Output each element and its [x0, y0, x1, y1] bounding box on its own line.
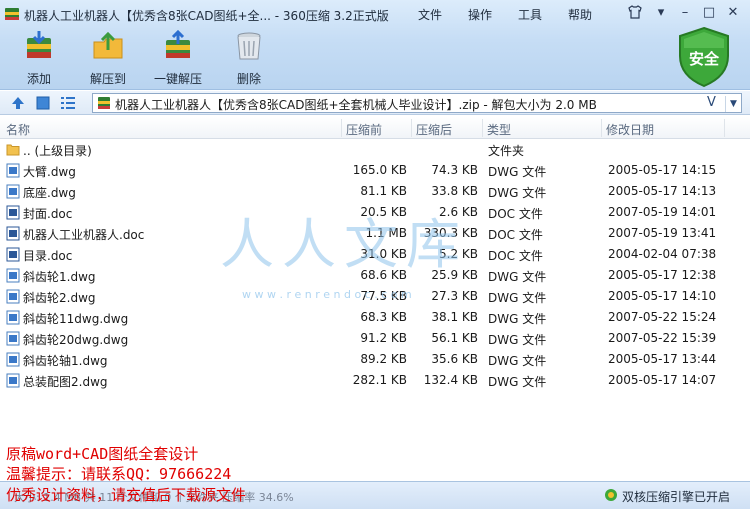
dwg-file-icon [6, 289, 20, 304]
column-divider[interactable] [482, 119, 483, 137]
menu-help[interactable]: 帮助 [568, 6, 592, 23]
security-label: 安全 [688, 50, 719, 68]
list-item[interactable]: 目录.doc 31.0 KB 5.2 KB DOC 文件 2004-02-04 … [0, 244, 750, 265]
archive-path-field[interactable]: 机器人工业机器人【优秀含8张CAD图纸+全套机械人毕业设计】.zip - 解包大… [92, 93, 742, 113]
close-icon[interactable]: ✕ [724, 4, 742, 22]
trash-icon [237, 32, 261, 60]
extract-to-button[interactable]: 解压到 [76, 30, 140, 86]
list-item[interactable]: 斜齿轮轴1.dwg 89.2 KB 35.6 KB DWG 文件 2005-05… [0, 349, 750, 370]
one-click-extract-label: 一键解压 [153, 72, 202, 86]
list-item[interactable]: 机器人工业机器人.doc 1.1 MB 330.3 KB DOC 文件 2007… [0, 223, 750, 244]
menu-file[interactable]: 文件 [418, 6, 442, 23]
one-click-extract-button[interactable]: 一键解压 [146, 30, 210, 86]
column-name[interactable]: 名称 [6, 121, 30, 138]
title-bar: 机器人工业机器人【优秀含8张CAD图纸+全... - 360压缩 3.2正式版 … [0, 0, 750, 28]
window-title: 机器人工业机器人【优秀含8张CAD图纸+全... - 360压缩 3.2正式版 [24, 9, 389, 23]
column-divider[interactable] [724, 119, 725, 137]
archive-path-text: 机器人工业机器人【优秀含8张CAD图纸+全套机械人毕业设计】.zip - 解包大… [115, 98, 597, 112]
dropdown-menu-icon[interactable]: ▾ [652, 4, 670, 22]
column-size[interactable]: 压缩前 [346, 121, 382, 138]
list-item[interactable]: 斜齿轮11dwg.dwg 68.3 KB 38.1 KB DWG 文件 2007… [0, 307, 750, 328]
engine-status: 双核压缩引擎已开启 [622, 490, 731, 504]
list-item[interactable]: 总装配图2.dwg 282.1 KB 132.4 KB DWG 文件 2005-… [0, 370, 750, 391]
up-arrow-icon[interactable] [10, 95, 26, 111]
extract-to-label: 解压到 [89, 72, 126, 86]
path-v-marker[interactable]: V [707, 95, 716, 110]
list-item[interactable]: 斜齿轮2.dwg 77.5 KB 27.3 KB DWG 文件 2005-05-… [0, 286, 750, 307]
one-click-extract-icon [166, 30, 190, 58]
list-view-icon[interactable] [60, 95, 76, 111]
doc-file-icon [6, 205, 20, 220]
menu-operation[interactable]: 操作 [468, 6, 492, 23]
dwg-file-icon [6, 184, 20, 199]
dwg-file-icon [6, 352, 20, 367]
promo-line-3: 优秀设计资料，请充值后下载源文件 [6, 486, 247, 504]
list-item[interactable]: 斜齿轮1.dwg 68.6 KB 25.9 KB DWG 文件 2005-05-… [0, 265, 750, 286]
list-item[interactable]: 斜齿轮20dwg.dwg 91.2 KB 56.1 KB DWG 文件 2007… [0, 328, 750, 349]
doc-file-icon [6, 226, 20, 241]
delete-button[interactable]: 删除 [217, 30, 281, 86]
zip-archive-icon [98, 97, 110, 109]
column-divider[interactable] [411, 119, 412, 137]
column-compressed[interactable]: 压缩后 [416, 121, 452, 138]
title-and-toolbar-area: 机器人工业机器人【优秀含8张CAD图纸+全... - 360压缩 3.2正式版 … [0, 0, 750, 90]
list-item[interactable]: .. (上级目录) 文件夹 [0, 139, 750, 160]
large-icon-view-icon[interactable] [35, 95, 51, 111]
add-archive-icon [27, 31, 51, 58]
list-item[interactable]: 大臂.dwg 165.0 KB 74.3 KB DWG 文件 2005-05-1… [0, 160, 750, 181]
column-modified[interactable]: 修改日期 [606, 121, 654, 138]
dwg-file-icon [6, 268, 20, 283]
list-item[interactable]: 封面.doc 20.5 KB 2.6 KB DOC 文件 2007-05-19 … [0, 202, 750, 223]
file-list: .. (上级目录) 文件夹 大臂.dwg 165.0 KB 74.3 KB DW… [0, 139, 750, 441]
folder-icon [6, 144, 20, 156]
column-type[interactable]: 类型 [487, 121, 511, 138]
menu-tools[interactable]: 工具 [518, 6, 542, 23]
minimize-icon[interactable]: – [676, 4, 694, 22]
skin-shirt-icon[interactable] [626, 4, 644, 22]
add-button[interactable]: 添加 [7, 30, 71, 86]
delete-label: 删除 [236, 72, 261, 86]
extract-folder-icon [93, 31, 123, 59]
address-bar: 机器人工业机器人【优秀含8张CAD图纸+全套机械人毕业设计】.zip - 解包大… [0, 91, 750, 115]
list-item[interactable]: 底座.dwg 81.1 KB 33.8 KB DWG 文件 2005-05-17… [0, 181, 750, 202]
dwg-file-icon [6, 310, 20, 325]
doc-file-icon [6, 247, 20, 262]
add-label: 添加 [26, 72, 51, 86]
column-divider[interactable] [341, 119, 342, 137]
security-shield-badge[interactable]: 安全 [676, 26, 732, 88]
dwg-file-icon [6, 331, 20, 346]
archive-app-icon [5, 8, 19, 20]
column-divider[interactable] [601, 119, 602, 137]
chevron-down-icon[interactable]: ▼ [725, 96, 741, 112]
dwg-file-icon [6, 163, 20, 178]
dual-core-engine-icon [605, 489, 617, 501]
column-header: 名称 压缩前 压缩后 类型 修改日期 [0, 117, 750, 139]
maximize-icon[interactable]: □ [700, 4, 718, 22]
dwg-file-icon [6, 373, 20, 388]
promo-line-1: 原稿word+CAD图纸全套设计 [6, 445, 199, 463]
